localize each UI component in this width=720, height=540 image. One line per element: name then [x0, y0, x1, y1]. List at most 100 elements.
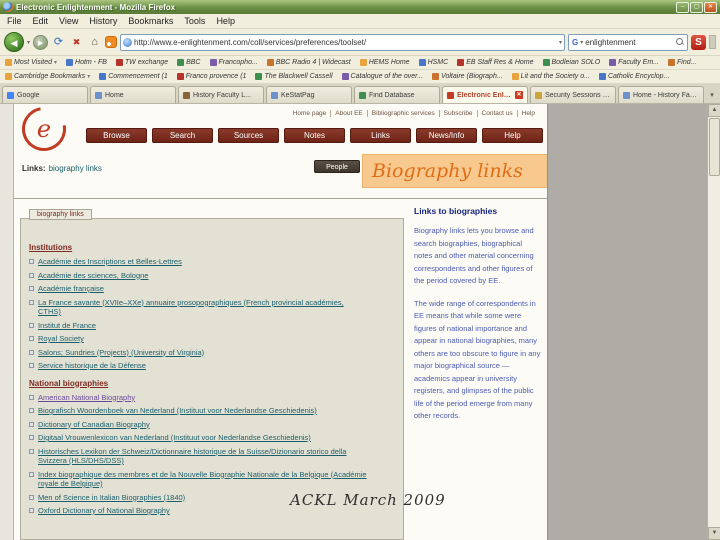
biography-link[interactable]: Men of Science in Italian Biographies (1… — [38, 493, 185, 503]
menu-view[interactable]: View — [59, 16, 78, 26]
url-dropdown-icon[interactable]: ▾ — [559, 39, 562, 46]
biography-link[interactable]: Académie française — [38, 284, 104, 294]
bookmark-favicon — [209, 59, 217, 66]
rss-icon[interactable] — [105, 36, 118, 48]
biography-link[interactable]: Dictionary of Canadian Biography — [38, 420, 150, 430]
bookmark-item[interactable]: HEMS Home — [359, 59, 410, 66]
bookmark-item[interactable]: Catholic Encyclop... — [598, 73, 669, 80]
home-button[interactable]: ⌂ — [87, 34, 102, 50]
section-heading-institutions: Institutions — [29, 243, 73, 252]
divider — [14, 198, 547, 199]
biography-link[interactable]: Académie des Inscriptions et Belles-Lett… — [38, 257, 182, 267]
tab-history-faculty[interactable]: History Faculty L... — [178, 86, 264, 103]
nav-sources[interactable]: Sources — [218, 128, 279, 143]
bookmark-item[interactable]: BBC Radio 4 | Widecast — [266, 59, 351, 66]
menu-edit[interactable]: Edit — [33, 16, 49, 26]
search-go-icon[interactable] — [676, 38, 684, 46]
back-dropdown-icon[interactable]: ▾ — [27, 39, 30, 46]
scrollbar-thumb[interactable] — [709, 118, 720, 176]
biography-link[interactable]: Biografisch Woordenboek van Nederland (I… — [38, 406, 317, 416]
tab-google[interactable]: Google — [2, 86, 88, 103]
bookmark-item[interactable]: EB Staff Res & Home — [457, 59, 534, 66]
toolbar-overflow-icon[interactable] — [709, 35, 716, 49]
biography-link[interactable]: Service historique de la Défense — [38, 361, 146, 371]
ee-logo[interactable]: e — [14, 104, 75, 160]
back-button[interactable]: ◀ — [4, 32, 24, 52]
nav-notes[interactable]: Notes — [284, 128, 345, 143]
biography-link[interactable]: Académie des sciences, Bologne — [38, 271, 148, 281]
tab-close-icon[interactable]: ✕ — [515, 91, 523, 99]
bookmark-item[interactable]: BBC — [177, 59, 201, 66]
utility-biblio-services[interactable]: Bibliographic services — [368, 110, 440, 117]
tab-kestatpag[interactable]: KeStatPag — [266, 86, 352, 103]
bookmark-item[interactable]: Faculty Em... — [609, 59, 659, 66]
tab-home-history-faculty[interactable]: Home - History Facult... — [618, 86, 704, 103]
bookmark-item[interactable]: Lit and the Society o... — [511, 73, 590, 80]
tab-home[interactable]: Home — [90, 86, 176, 103]
utility-home-page[interactable]: Home page — [289, 110, 332, 117]
biography-link[interactable]: Index biographique des membres et de la … — [38, 470, 374, 489]
search-engine-dropdown-icon[interactable]: ▾ — [580, 39, 583, 46]
bookmark-favicon — [598, 73, 606, 80]
bookmark-folder[interactable]: Most Visited — [5, 59, 57, 66]
utility-subscribe[interactable]: Subscribe — [440, 110, 478, 117]
people-button[interactable]: People — [314, 160, 360, 173]
biography-link[interactable]: Historisches Lexikon der Schweiz/Diction… — [38, 447, 374, 466]
biography-link[interactable]: Salons; Sundries (Projects) (University … — [38, 348, 204, 358]
nav-browse[interactable]: Browse — [86, 128, 147, 143]
panel-tab-biography-links[interactable]: biography links — [29, 209, 92, 220]
bookmark-item[interactable]: Find... — [668, 59, 696, 66]
bookmark-item[interactable]: Commencement (1 — [99, 73, 168, 80]
bookmark-item[interactable]: Bodleian SOLO — [542, 59, 600, 66]
menu-help[interactable]: Help — [216, 16, 235, 26]
biography-link[interactable]: Oxford Dictionary of National Biography — [38, 506, 170, 516]
biography-link[interactable]: Digitaal Vrouwenlexicon van Nederland (I… — [38, 433, 311, 443]
nav-news-info[interactable]: News/Info — [416, 128, 477, 143]
nav-help[interactable]: Help — [482, 128, 543, 143]
close-button[interactable]: ✕ — [704, 1, 717, 13]
s-extension-icon[interactable]: S — [691, 34, 706, 50]
bookmark-favicon — [457, 59, 465, 66]
minimize-button[interactable]: – — [676, 1, 689, 13]
tab-security-sessions[interactable]: Security Sessions Hel... — [530, 86, 616, 103]
link-item: Académie des sciences, Bologne — [29, 271, 395, 281]
bookmark-item[interactable]: Hotm - FB — [66, 59, 107, 66]
menu-bookmarks[interactable]: Bookmarks — [128, 16, 173, 26]
utility-contact-us[interactable]: Contact us — [478, 110, 518, 117]
utility-about-ee[interactable]: About EE — [331, 110, 368, 117]
biography-link[interactable]: American National Biography — [38, 393, 135, 403]
url-input[interactable] — [134, 37, 557, 47]
tab-electronic-enlightenment[interactable]: Electronic Enlightenm...✕ — [442, 86, 528, 103]
scroll-down-icon[interactable]: ▼ — [708, 527, 720, 540]
biography-link[interactable]: La France savante (XVIIe–XXe) annuaire p… — [38, 298, 359, 317]
reload-button[interactable]: ⟳ — [51, 34, 66, 50]
nav-links[interactable]: Links — [350, 128, 411, 143]
menu-tools[interactable]: Tools — [184, 16, 205, 26]
biography-link[interactable]: Royal Society — [38, 334, 84, 344]
biography-link[interactable]: Institut de France — [38, 321, 96, 331]
nav-search[interactable]: Search — [152, 128, 213, 143]
address-bar[interactable]: ▾ — [120, 33, 565, 51]
stop-button[interactable]: ✖ — [69, 34, 84, 50]
bookmark-item[interactable]: TW exchange — [115, 59, 168, 66]
search-bar[interactable]: G ▾ — [568, 33, 688, 51]
bookmark-folder[interactable]: Cambridge Bookmarks — [5, 73, 90, 80]
scroll-up-icon[interactable]: ▲ — [708, 104, 720, 117]
bookmark-item[interactable]: Franco provence (1 — [176, 73, 246, 80]
forward-button[interactable]: ▶ — [33, 34, 49, 50]
maximize-button[interactable]: ▢ — [690, 1, 703, 13]
bookmark-item[interactable]: Voltaire (Biograph... — [432, 73, 503, 80]
menu-file[interactable]: File — [7, 16, 22, 26]
bookmark-item[interactable]: The Blackwell Cassell — [255, 73, 333, 80]
slide-screenshot: Electronic Enlightenment - Mozilla Firef… — [0, 0, 720, 540]
utility-help[interactable]: Help — [518, 110, 539, 117]
list-all-tabs-icon[interactable]: ▾ — [706, 89, 718, 103]
menu-history[interactable]: History — [89, 16, 117, 26]
bookmark-item[interactable]: Catalogue of the over... — [341, 73, 423, 80]
bookmark-item[interactable]: HSMC — [418, 59, 448, 66]
search-input[interactable] — [585, 37, 674, 47]
search-engine-icon[interactable]: G — [572, 38, 578, 47]
vertical-scrollbar[interactable]: ▲ ▼ — [707, 104, 720, 540]
bookmark-item[interactable]: Francopho... — [209, 59, 258, 66]
tab-find-database[interactable]: Find Database — [354, 86, 440, 103]
